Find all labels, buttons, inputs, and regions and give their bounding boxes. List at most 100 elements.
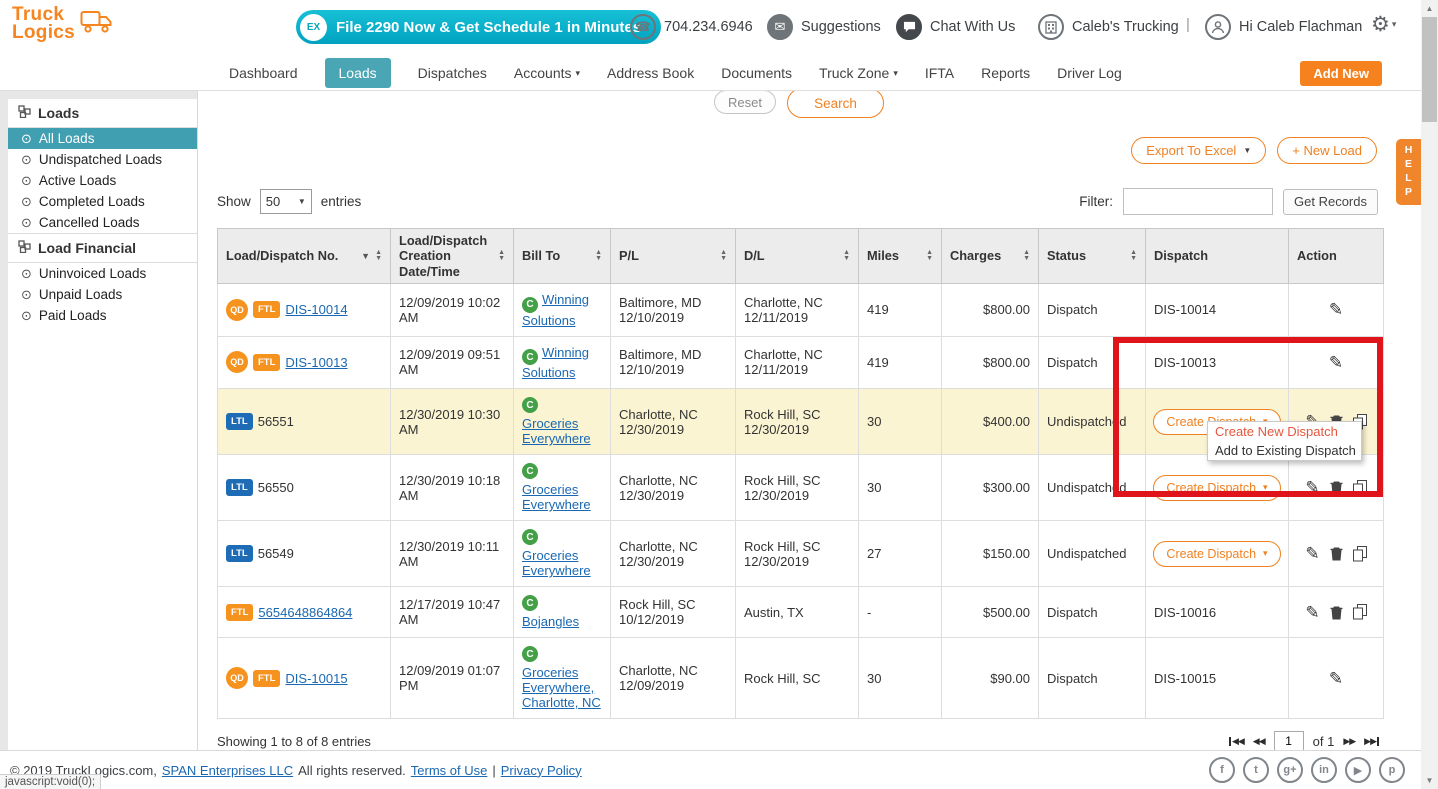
twitter-icon[interactable]: t [1243, 757, 1269, 783]
menu-item-create-new-dispatch[interactable]: Create New Dispatch [1208, 422, 1361, 441]
sidebar-item-unpaid-loads[interactable]: ⊙ Unpaid Loads [8, 284, 197, 305]
sidebar-item-uninvoiced-loads[interactable]: ⊙ Uninvoiced Loads [8, 263, 197, 284]
sort-icon[interactable]: ▲ ▼ [720, 249, 727, 263]
load-number-link[interactable]: 5654648864864 [258, 605, 352, 620]
trash-icon[interactable] [1330, 605, 1343, 620]
settings-menu[interactable]: ⚙ ▾ [1371, 12, 1396, 37]
first-page-button[interactable]: ◀◀ [1228, 736, 1245, 747]
youtube-icon[interactable]: ▶ [1345, 757, 1371, 783]
nav-item-loads[interactable]: Loads [324, 58, 391, 88]
col-header-miles[interactable]: Miles ▲ ▼ [858, 227, 942, 285]
pencil-icon[interactable]: ✎ [1305, 604, 1319, 621]
sort-icon[interactable]: ▲ ▼ [498, 249, 505, 263]
user-menu[interactable]: Hi Caleb Flachman [1205, 14, 1362, 40]
nav-item-dispatches[interactable]: Dispatches [418, 65, 487, 81]
sort-icon[interactable]: ▲ ▼ [595, 249, 602, 263]
pencil-icon[interactable]: ✎ [1305, 545, 1319, 562]
col-header-bill-to[interactable]: Bill To ▲ ▼ [513, 227, 611, 285]
sidebar-item-active-loads[interactable]: ⊙ Active Loads [8, 170, 197, 191]
file-2290-banner[interactable]: EX File 2290 Now & Get Schedule 1 in Min… [296, 10, 662, 44]
bill-to-link[interactable]: Groceries Everywhere [522, 416, 591, 446]
copy-icon[interactable] [1352, 604, 1367, 620]
vertical-scrollbar[interactable]: ▲ ▼ [1421, 0, 1438, 789]
scrollbar-thumb[interactable] [1422, 17, 1437, 122]
sidebar-item-cancelled-loads[interactable]: ⊙ Cancelled Loads [8, 212, 197, 233]
column-label: Load/Dispatch No. [226, 248, 339, 264]
copy-icon[interactable] [1352, 479, 1367, 496]
pencil-icon[interactable]: ✎ [1329, 354, 1343, 371]
google-plus-icon[interactable]: g+ [1277, 757, 1303, 783]
scroll-up-icon[interactable]: ▲ [1421, 0, 1438, 17]
suggestions-link[interactable]: ✉ Suggestions [767, 14, 881, 40]
company-menu[interactable]: Caleb's Trucking [1038, 14, 1179, 40]
delivery-location-cell: Austin, TX [735, 586, 859, 639]
trash-icon[interactable] [1330, 480, 1343, 495]
bill-to-link[interactable]: Groceries Everywhere [522, 548, 591, 578]
help-tab[interactable]: HELP [1396, 139, 1421, 205]
filter-input[interactable] [1123, 188, 1274, 215]
terms-of-use-link[interactable]: Terms of Use [411, 763, 488, 778]
load-number-link[interactable]: DIS-10013 [285, 355, 347, 370]
nav-item-driver-log[interactable]: Driver Log [1057, 65, 1122, 81]
col-header-status[interactable]: Status ▲ ▼ [1038, 227, 1146, 285]
export-to-excel-button[interactable]: Export To Excel ▼ [1131, 137, 1267, 164]
sidebar-item-completed-loads[interactable]: ⊙ Completed Loads [8, 191, 197, 212]
create-dispatch-button[interactable]: Create Dispatch ▾ [1153, 474, 1281, 501]
col-header-load-dispatch-creation-date-time[interactable]: Load/Dispatch Creation Date/Time ▲ ▼ [390, 227, 514, 285]
trash-icon[interactable] [1330, 546, 1343, 561]
nav-item-address-book[interactable]: Address Book [607, 65, 694, 81]
sort-icon[interactable]: ▲ ▼ [1023, 249, 1030, 263]
bill-to-link[interactable]: Bojangles [522, 614, 579, 629]
nav-item-dashboard[interactable]: Dashboard [229, 65, 298, 81]
phone-contact[interactable]: ☎ 704.234.6946 [630, 14, 753, 40]
menu-item-add-to-existing-dispatch[interactable]: Add to Existing Dispatch [1208, 441, 1361, 460]
sort-icon[interactable]: ▲ ▼ [375, 249, 382, 263]
trucklogics-logo[interactable]: Truck Logics [12, 5, 114, 42]
sidebar-item-all-loads[interactable]: ⊙ All Loads [8, 128, 197, 149]
sort-icon[interactable]: ▲ ▼ [843, 249, 850, 263]
previous-page-button[interactable]: ◀◀ [1253, 736, 1266, 747]
facebook-icon[interactable]: f [1209, 757, 1235, 783]
nav-item-accounts[interactable]: Accounts ▾ [514, 65, 580, 81]
new-load-button[interactable]: + New Load [1277, 137, 1377, 164]
next-page-button[interactable]: ▶▶ [1343, 736, 1356, 747]
col-header-p-l[interactable]: P/L ▲ ▼ [610, 227, 736, 285]
search-button[interactable]: Search [787, 88, 884, 118]
pencil-icon[interactable]: ✎ [1329, 670, 1343, 687]
get-records-button[interactable]: Get Records [1283, 188, 1378, 215]
page-size-select[interactable]: 50 ▼ [259, 189, 312, 214]
sort-icon[interactable]: ▲ ▼ [1130, 249, 1137, 263]
filter-dropdown-icon[interactable]: ▼ [361, 251, 370, 261]
create-dispatch-button[interactable]: Create Dispatch ▾ [1153, 540, 1281, 567]
customer-icon: C [522, 296, 538, 313]
span-enterprises-link[interactable]: SPAN Enterprises LLC [162, 763, 293, 778]
chat-with-us-link[interactable]: Chat With Us [896, 14, 1015, 40]
nav-item-truck-zone[interactable]: Truck Zone ▾ [819, 65, 898, 81]
page-number-input[interactable] [1273, 731, 1304, 752]
last-page-button[interactable]: ▶▶ [1364, 736, 1379, 747]
pencil-icon[interactable]: ✎ [1329, 301, 1343, 318]
col-header-load-dispatch-no[interactable]: Load/Dispatch No. ▼ ▲ ▼ [217, 227, 391, 285]
pencil-icon[interactable]: ✎ [1305, 479, 1319, 496]
nav-item-ifta[interactable]: IFTA [925, 65, 954, 81]
pinterest-icon[interactable]: p [1379, 757, 1405, 783]
privacy-policy-link[interactable]: Privacy Policy [501, 763, 582, 778]
load-number-link[interactable]: DIS-10014 [285, 302, 347, 317]
nav-item-documents[interactable]: Documents [721, 65, 792, 81]
reset-button[interactable]: Reset [714, 90, 776, 114]
chevron-down-icon: ▾ [1263, 548, 1268, 559]
col-header-d-l[interactable]: D/L ▲ ▼ [735, 227, 859, 285]
sidebar-item-undispatched-loads[interactable]: ⊙ Undispatched Loads [8, 149, 197, 170]
col-header-charges[interactable]: Charges ▲ ▼ [941, 227, 1039, 285]
linkedin-icon[interactable]: in [1311, 757, 1337, 783]
copy-icon[interactable] [1352, 545, 1367, 562]
scroll-down-icon[interactable]: ▼ [1421, 772, 1438, 789]
bill-to-link[interactable]: Groceries Everywhere [522, 482, 591, 512]
load-number-link[interactable]: DIS-10015 [285, 671, 347, 686]
add-new-button[interactable]: Add New [1300, 61, 1382, 86]
sidebar-item-paid-loads[interactable]: ⊙ Paid Loads [8, 305, 197, 326]
sort-icon[interactable]: ▲ ▼ [926, 249, 933, 263]
bill-to-link[interactable]: Groceries Everywhere, Charlotte, NC [522, 665, 601, 710]
browser-status-text: javascript:void(0); [0, 774, 102, 789]
nav-item-reports[interactable]: Reports [981, 65, 1030, 81]
